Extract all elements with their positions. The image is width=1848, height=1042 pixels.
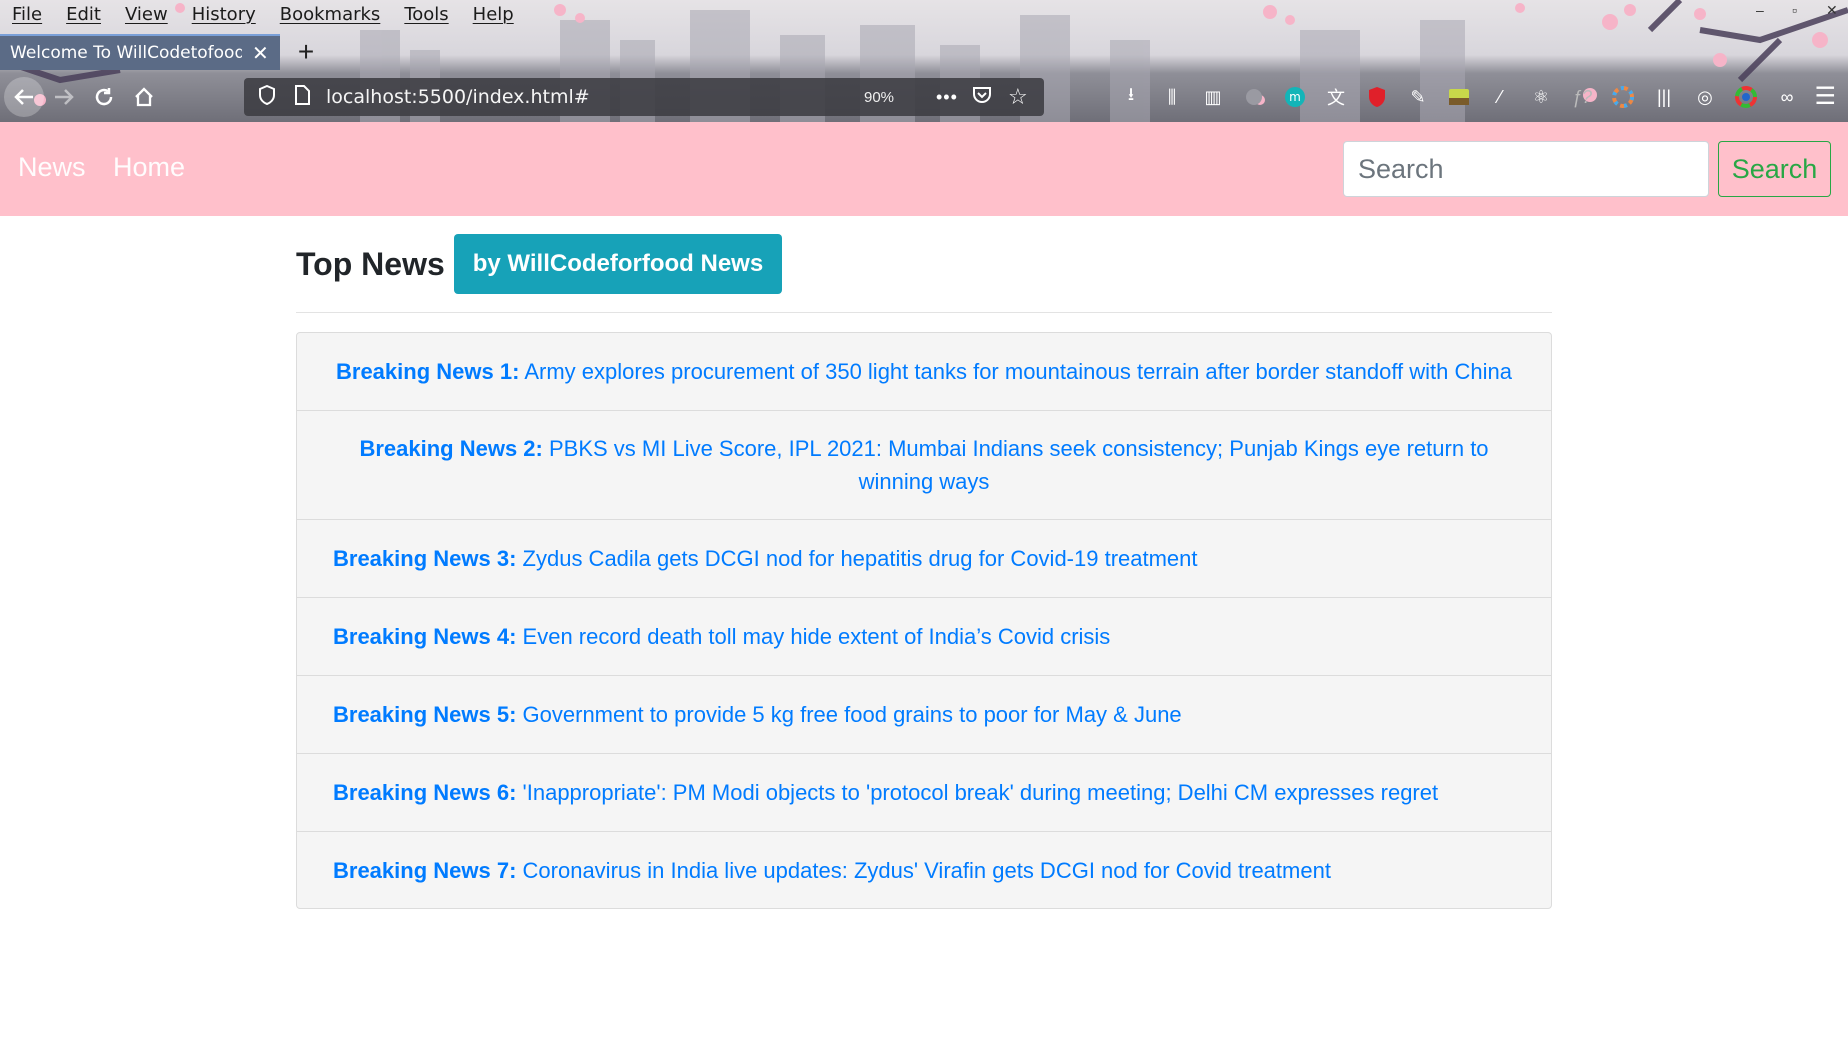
menu-history[interactable]: History	[180, 4, 268, 25]
extension-eyedropper-icon[interactable]: ⁄	[1487, 84, 1513, 110]
extension-color-wheel-icon[interactable]	[1610, 84, 1636, 110]
news-label: Breaking News 2:	[359, 436, 543, 461]
extension-image-icon[interactable]	[1446, 84, 1472, 110]
news-label: Breaking News 5:	[333, 702, 517, 727]
news-headline[interactable]: Army explores procurement of 350 light t…	[524, 359, 1512, 384]
news-label: Breaking News 7:	[333, 857, 517, 883]
forward-arrow-icon[interactable]	[44, 77, 84, 117]
news-headline[interactable]: PBKS vs MI Live Score, IPL 2021: Mumbai …	[549, 436, 1489, 494]
news-headline[interactable]: Government to provide 5 kg free food gra…	[523, 702, 1182, 727]
sidebar-icon[interactable]: ▥	[1200, 84, 1226, 110]
list-item[interactable]: Breaking News 4: Even record death toll …	[297, 597, 1551, 675]
extension-grey-circle-icon[interactable]	[1241, 84, 1267, 110]
news-label: Breaking News 4:	[333, 624, 517, 649]
tab-active[interactable]: Welcome To WillCodetofood ✕	[0, 34, 280, 70]
download-icon[interactable]: ⭳	[1118, 84, 1144, 110]
extension-function-icon[interactable]: ƒ?	[1569, 84, 1595, 110]
source-badge: by WillCodeforfood News	[453, 234, 783, 294]
list-item[interactable]: Breaking News 3: Zydus Cadila gets DCGI …	[297, 519, 1551, 597]
page-icon[interactable]	[294, 84, 314, 110]
extension-react-icon[interactable]: ⚛	[1528, 84, 1554, 110]
nav-link-home[interactable]: Home	[113, 152, 185, 183]
divider	[296, 312, 1552, 313]
news-headline[interactable]: Even record death toll may hide extent o…	[523, 624, 1111, 649]
navbar-brand[interactable]: News	[18, 152, 86, 183]
svg-text:m: m	[1289, 90, 1301, 104]
close-window-icon[interactable]: ✕	[1826, 2, 1838, 19]
extension-cookie-icon[interactable]: ◎	[1692, 84, 1718, 110]
menu-hamburger-icon[interactable]: ☰	[1814, 82, 1836, 111]
zoom-level[interactable]: 90%	[864, 89, 894, 106]
site-navbar: News Home Search	[0, 122, 1848, 216]
back-arrow-icon[interactable]	[4, 77, 44, 117]
menu-bookmarks[interactable]: Bookmarks	[268, 4, 393, 25]
more-actions-icon[interactable]: •••	[936, 87, 958, 108]
extension-barcode-icon[interactable]: |||	[1651, 84, 1677, 110]
menu-bar: File Edit View History Bookmarks Tools H…	[0, 0, 700, 28]
extension-chrome-ring-icon[interactable]	[1733, 84, 1759, 110]
page-title: Top News	[296, 245, 445, 282]
url-bar[interactable]: localhost:5500/index.html# 90% ••• ☆	[244, 78, 1044, 116]
list-item[interactable]: Breaking News 1: Army explores procureme…	[297, 333, 1551, 410]
pocket-icon[interactable]	[972, 85, 992, 110]
menu-edit[interactable]: Edit	[54, 4, 113, 25]
bookmark-star-icon[interactable]: ☆	[1008, 84, 1028, 110]
news-headline[interactable]: 'Inappropriate': PM Modi objects to 'pro…	[523, 780, 1439, 805]
library-icon[interactable]: ⫼	[1159, 84, 1185, 110]
extension-m-icon[interactable]: m	[1282, 84, 1308, 110]
reload-icon[interactable]	[84, 77, 124, 117]
list-item[interactable]: Breaking News 6: 'Inappropriate': PM Mod…	[297, 753, 1551, 831]
search-input[interactable]	[1343, 141, 1709, 197]
extension-glasses-icon[interactable]: ∞	[1774, 84, 1800, 110]
search-button[interactable]: Search	[1718, 141, 1831, 197]
news-headline[interactable]: Zydus Cadila gets DCGI nod for hepatitis…	[523, 546, 1198, 571]
news-label: Breaking News 3:	[333, 546, 517, 571]
tab-title: Welcome To WillCodetofood	[10, 43, 242, 63]
menu-file[interactable]: File	[0, 4, 54, 25]
extension-pen-icon[interactable]: ✎	[1405, 84, 1431, 110]
heading-row: Top News by WillCodeforfood News	[296, 234, 783, 294]
news-list: Breaking News 1: Army explores procureme…	[296, 332, 1552, 909]
navigation-toolbar: localhost:5500/index.html# 90% ••• ☆ ⭳ ⫼…	[0, 74, 1848, 120]
tab-strip: Welcome To WillCodetofood ✕ +	[0, 34, 1848, 70]
menu-view[interactable]: View	[113, 4, 180, 25]
news-label: Breaking News 6:	[333, 780, 517, 805]
minimize-icon[interactable]: –	[1756, 2, 1764, 18]
shield-icon[interactable]	[258, 84, 280, 110]
url-text[interactable]: localhost:5500/index.html#	[326, 86, 826, 108]
home-icon[interactable]	[124, 77, 164, 117]
news-headline[interactable]: Coronavirus in India live updates: Zydus…	[523, 858, 1331, 883]
menu-help[interactable]: Help	[461, 4, 526, 25]
maximize-icon[interactable]: ▫	[1792, 2, 1797, 18]
extension-translate-icon[interactable]: 文	[1323, 84, 1349, 110]
news-label: Breaking News 1:	[336, 359, 520, 384]
list-item[interactable]: Breaking News 5: Government to provide 5…	[297, 675, 1551, 753]
extension-shield-red-icon[interactable]	[1364, 84, 1390, 110]
new-tab-button[interactable]: +	[288, 34, 324, 70]
list-item[interactable]: Breaking News 7: Coronavirus in India li…	[297, 831, 1551, 908]
close-tab-icon[interactable]: ✕	[252, 41, 269, 65]
extensions-toolbar: ⭳ ⫼ ▥ m 文 ✎ ⁄ ⚛ ƒ? ||| ◎ ∞	[1118, 74, 1800, 120]
list-item[interactable]: Breaking News 2: PBKS vs MI Live Score, …	[297, 410, 1551, 519]
browser-chrome: File Edit View History Bookmarks Tools H…	[0, 0, 1848, 122]
menu-tools[interactable]: Tools	[392, 4, 460, 25]
